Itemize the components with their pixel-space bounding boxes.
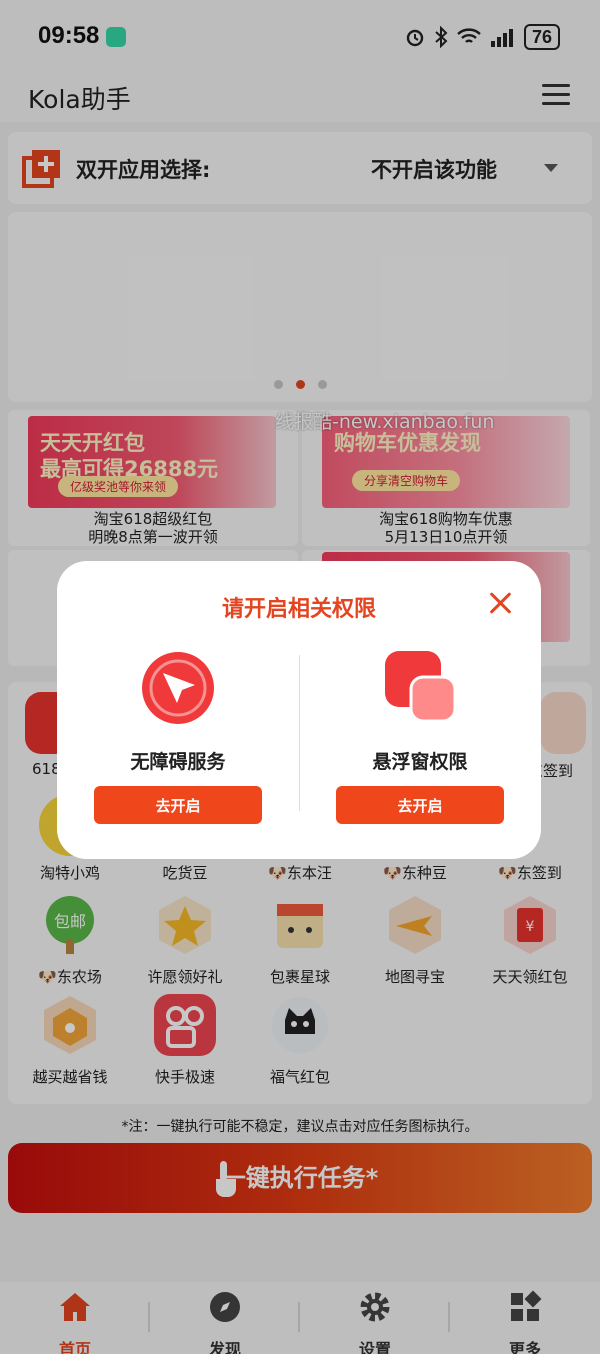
- close-icon[interactable]: [489, 591, 513, 615]
- enable-accessibility-button[interactable]: 去开启: [94, 786, 262, 824]
- floating-window-icon: [385, 651, 457, 723]
- permission-dialog: 请开启相关权限 无障碍服务 去开启 悬浮窗权限 去开启: [57, 561, 541, 859]
- floating-window-label: 悬浮窗权限: [372, 751, 468, 773]
- floating-window-permission: 悬浮窗权限 去开启: [299, 647, 541, 824]
- dialog-title: 请开启相关权限: [221, 597, 376, 622]
- accessibility-icon: [142, 652, 214, 724]
- accessibility-permission: 无障碍服务 去开启: [57, 647, 299, 824]
- accessibility-label: 无障碍服务: [130, 751, 226, 773]
- enable-floating-window-button[interactable]: 去开启: [336, 786, 504, 824]
